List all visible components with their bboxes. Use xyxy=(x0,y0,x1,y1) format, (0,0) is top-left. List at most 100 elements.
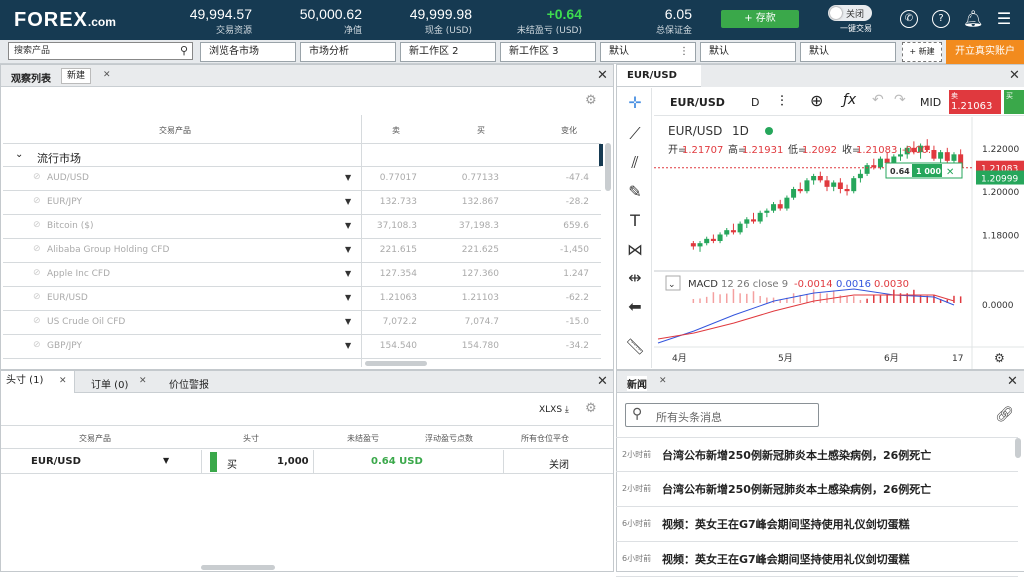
positions-h-scrollbar[interactable] xyxy=(201,565,275,570)
news-headline[interactable]: 视频：英女王在G7峰会期间坚持使用礼仪剑切蛋糕 xyxy=(662,516,910,532)
row-sell[interactable]: 132.733 xyxy=(369,197,417,207)
tab-workspace-2[interactable]: 新工作区 2 xyxy=(400,42,496,62)
row-sell[interactable]: 127.354 xyxy=(369,269,417,279)
measure-icon[interactable]: ⇹ xyxy=(623,268,647,292)
chart-interval[interactable]: D xyxy=(751,96,759,109)
watchlist-row[interactable]: ⊘ Alibaba Group Holding CFD ▼ 221.615 221.62… xyxy=(3,239,601,263)
buy-button[interactable]: 买 xyxy=(1004,90,1024,114)
help-icon[interactable]: ? xyxy=(932,10,950,28)
pattern-icon[interactable]: ⋈ xyxy=(623,240,647,264)
text-icon[interactable]: T xyxy=(623,211,647,235)
chevron-down-icon[interactable]: ▼ xyxy=(345,269,351,278)
sell-button[interactable]: 卖 1.21063 xyxy=(949,90,1001,114)
product-search-input[interactable]: 搜索产品 ⚲ xyxy=(8,42,193,60)
gear-icon[interactable]: ⚙ xyxy=(585,401,597,416)
search-icon[interactable]: ⚲ xyxy=(180,43,188,59)
chevron-down-icon[interactable]: ▼ xyxy=(163,456,169,465)
watchlist-scrollbar[interactable] xyxy=(605,143,611,191)
row-sell[interactable]: 7,072.2 xyxy=(369,317,417,327)
export-xlsx-button[interactable]: XLXS ⤓ xyxy=(539,405,569,415)
crosshair-icon[interactable]: ✛ xyxy=(623,93,647,117)
watchlist-row[interactable]: ⊘ Apple Inc CFD ▼ 127.354 127.360 1.247 xyxy=(3,263,601,287)
close-icon[interactable]: ✕ xyxy=(659,376,667,386)
add-indicator-icon[interactable]: ⊕ xyxy=(810,91,823,110)
close-icon[interactable]: ✕ xyxy=(1007,374,1018,389)
row-buy[interactable]: 0.77133 xyxy=(451,173,499,183)
open-real-account-button[interactable]: 开立真实账户 xyxy=(946,40,1024,64)
row-buy[interactable]: 127.360 xyxy=(451,269,499,279)
candle-type-icon[interactable]: ⫶ xyxy=(780,92,784,110)
watchlist-row[interactable]: ⊘ EUR/USD ▼ 1.21063 1.21103 -62.2 xyxy=(3,287,601,311)
tab-browse-markets[interactable]: 浏览各市场 xyxy=(200,42,296,62)
menu-icon[interactable]: ☰ xyxy=(995,10,1013,28)
chart-symbol[interactable]: EUR/USD xyxy=(670,96,725,109)
close-icon[interactable]: ✕ xyxy=(597,374,608,389)
tab-default-3[interactable]: 默认 xyxy=(800,42,896,62)
brush-icon[interactable]: ✎ xyxy=(623,182,647,206)
watchlist-row[interactable]: ⊘ EUR/JPY ▼ 132.733 132.867 -28.2 xyxy=(3,191,601,215)
chevron-down-icon[interactable]: ▼ xyxy=(345,245,351,254)
news-item[interactable]: 2小时前 台湾公布新增250例新冠肺炎本土感染病例，26例死亡 xyxy=(616,472,1018,507)
row-sell[interactable]: 0.77017 xyxy=(369,173,417,183)
row-sell[interactable]: 221.615 xyxy=(369,245,417,255)
tab-price-alerts[interactable]: 价位警报 xyxy=(169,376,209,391)
price-chart[interactable]: 1.22000 1.20000 1.18000 1.21083 1.20999 EUR/U… xyxy=(654,117,1024,369)
redo-icon[interactable]: ↷ xyxy=(894,92,906,108)
news-search-input[interactable]: ⚲ 所有头条消息 xyxy=(625,403,819,427)
row-sell[interactable]: 154.540 xyxy=(369,341,417,351)
deposit-button[interactable]: + 存款 xyxy=(721,10,799,28)
chart-close-icon[interactable]: ✕ xyxy=(1009,68,1020,83)
position-row[interactable]: EUR/USD ▼ 买 1,000 0.64 USD 关闭 xyxy=(1,450,613,474)
chevron-down-icon[interactable]: ▼ xyxy=(345,293,351,302)
news-headline[interactable]: 视频：英女王在G7峰会期间坚持使用礼仪剑切蛋糕 xyxy=(662,551,910,567)
row-buy[interactable]: 1.21103 xyxy=(451,293,499,303)
watchlist-row[interactable]: ⊘ GBP/JPY ▼ 154.540 154.780 -34.2 xyxy=(3,335,601,359)
phone-icon[interactable]: ✆ xyxy=(900,10,918,28)
chart-tab[interactable]: EUR/USD xyxy=(627,70,677,81)
tab-market-analysis[interactable]: 市场分析 xyxy=(300,42,396,62)
tab-workspace-3[interactable]: 新工作区 3 xyxy=(500,42,596,62)
forex-logo[interactable]: FOREX.com xyxy=(14,9,116,32)
tab-orders[interactable]: 订单 (0) xyxy=(91,376,128,391)
row-buy[interactable]: 221.625 xyxy=(451,245,499,255)
chevron-down-icon[interactable]: ▼ xyxy=(345,341,351,350)
undo-icon[interactable]: ↶ xyxy=(872,92,884,108)
news-item[interactable]: 2小时前 台湾公布新增250例新冠肺炎本土感染病例，26例死亡 xyxy=(616,437,1018,472)
back-arrow-icon[interactable]: ⬅ xyxy=(623,297,647,321)
news-item[interactable]: 6小时前 视频：英女王在G7峰会期间坚持使用礼仪剑切蛋糕 xyxy=(616,507,1018,542)
chevron-down-icon[interactable]: ⌄ xyxy=(15,149,23,160)
news-scrollbar[interactable] xyxy=(1015,438,1021,458)
price-type[interactable]: MID xyxy=(920,96,941,109)
tab-default-1[interactable]: 默认 ⋮ xyxy=(600,42,696,62)
row-sell[interactable]: 37,108.3 xyxy=(369,221,417,231)
watchlist-new-tab[interactable]: 新建 xyxy=(61,68,92,84)
new-workspace-button[interactable]: + 新建 xyxy=(902,42,942,62)
news-headline[interactable]: 台湾公布新增250例新冠肺炎本土感染病例，26例死亡 xyxy=(662,447,931,463)
watchlist-h-scrollbar[interactable] xyxy=(365,361,427,366)
chevron-down-icon[interactable]: ▼ xyxy=(345,197,351,206)
gear-icon[interactable]: ⚙ xyxy=(585,93,597,108)
close-icon[interactable]: ✕ xyxy=(139,376,147,386)
trend-line-icon[interactable]: ⟋ xyxy=(623,124,647,148)
link-icon[interactable]: 🔗︎ xyxy=(995,405,1014,423)
news-headline[interactable]: 台湾公布新增250例新冠肺炎本土感染病例，26例死亡 xyxy=(662,481,931,497)
watchlist-row[interactable]: ⊘ AUD/USD ▼ 0.77017 0.77133 -47.4 xyxy=(3,167,601,191)
row-buy[interactable]: 37,198.3 xyxy=(451,221,499,231)
row-buy[interactable]: 154.780 xyxy=(451,341,499,351)
chevron-down-icon[interactable]: ▼ xyxy=(345,221,351,230)
close-icon[interactable]: ✕ xyxy=(103,70,111,80)
chevron-down-icon[interactable]: ▼ xyxy=(345,173,351,182)
tab-default-2[interactable]: 默认 xyxy=(700,42,796,62)
news-title[interactable]: 新闻 xyxy=(627,376,647,391)
ruler-icon[interactable]: 📏︎ xyxy=(623,337,647,361)
group-row-popular[interactable]: ⌄ 流行市场 xyxy=(3,143,603,167)
close-position-button[interactable]: 关闭 xyxy=(549,456,569,471)
row-sell[interactable]: 1.21063 xyxy=(369,293,417,303)
watchlist-row[interactable]: ⊘ Bitcoin ($) ▼ 37,108.3 37,198.3 659.6 xyxy=(3,215,601,239)
chevron-down-icon[interactable]: ▼ xyxy=(345,317,351,326)
watchlist-row[interactable]: ⊘ US Crude Oil CFD ▼ 7,072.2 7,074.7 -15.0 xyxy=(3,311,601,335)
row-buy[interactable]: 132.867 xyxy=(451,197,499,207)
bell-icon[interactable]: 🔔︎ xyxy=(963,10,983,28)
fib-icon[interactable]: ⫽ xyxy=(623,153,647,177)
more-icon[interactable]: ⋮ xyxy=(679,43,689,61)
